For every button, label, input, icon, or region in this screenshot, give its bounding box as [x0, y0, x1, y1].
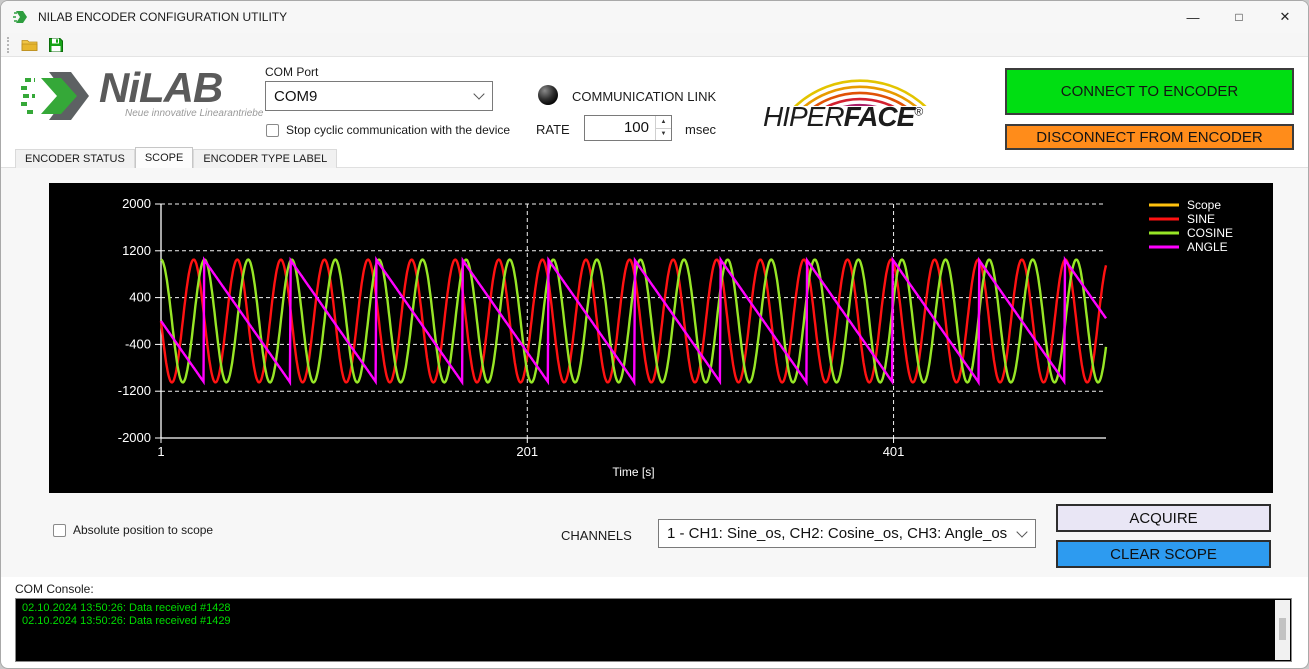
spin-down-icon[interactable]: ▼ [656, 129, 671, 141]
svg-text:-400: -400 [125, 336, 151, 351]
legend-label-cosine: COSINE [1187, 226, 1233, 240]
open-folder-icon [21, 38, 39, 52]
channels-value: 1 - CH1: Sine_os, CH2: Cosine_os, CH3: A… [667, 525, 1035, 542]
legend-label-scope: Scope [1187, 198, 1221, 212]
window-title: NILAB ENCODER CONFIGURATION UTILITY [38, 10, 1170, 24]
svg-text:1: 1 [157, 444, 164, 459]
hiperface-logo: HIPERFACE® [763, 62, 978, 142]
connect-button[interactable]: CONNECT TO ENCODER [1005, 68, 1294, 115]
stop-cyclic-checkbox[interactable]: Stop cyclic communication with the devic… [266, 123, 510, 137]
axes [155, 204, 1106, 443]
svg-text:201: 201 [516, 444, 538, 459]
scope-chart: 2000 1200 400 -400 -1200 -2000 1 201 401 Time [s]… [49, 183, 1273, 493]
legend: ScopeSINECOSINEANGLE [1149, 198, 1233, 254]
com-console[interactable]: 02.10.2024 13:50:26: Data received #1428… [15, 598, 1292, 662]
hiperface-text: HIPERFACE® [763, 101, 922, 133]
rate-label: RATE [536, 122, 570, 137]
com-port-label: COM Port [265, 65, 318, 79]
com-console-label: COM Console: [15, 582, 94, 596]
title-bar: NILAB ENCODER CONFIGURATION UTILITY — □ … [1, 1, 1308, 33]
scope-chart-svg: 2000 1200 400 -400 -1200 -2000 1 201 401 Time [s]… [49, 183, 1273, 493]
toolbar [1, 33, 1308, 57]
comm-link-label: COMMUNICATION LINK [572, 89, 716, 104]
toolbar-grip [7, 37, 11, 53]
svg-text:-1200: -1200 [118, 383, 151, 398]
nilab-logo: NiLAB Neue innovative Linearantriebe [19, 66, 263, 132]
console-line: 02.10.2024 13:50:26: Data received #1429 [22, 615, 1285, 628]
console-lines: 02.10.2024 13:50:26: Data received #1428… [22, 602, 1285, 628]
hiperface-rainbow-icon [763, 62, 978, 106]
checkbox-box[interactable] [266, 124, 279, 137]
legend-label-sine: SINE [1187, 212, 1215, 226]
maximize-button[interactable]: □ [1216, 1, 1262, 33]
tab-encoder-type-label[interactable]: ENCODER TYPE LABEL [193, 149, 337, 168]
channels-select[interactable]: 1 - CH1: Sine_os, CH2: Cosine_os, CH3: A… [658, 519, 1036, 548]
checkbox-box[interactable] [53, 524, 66, 537]
stop-cyclic-label: Stop cyclic communication with the devic… [286, 123, 510, 137]
com-port-select[interactable]: COM9 [265, 81, 493, 111]
absolute-position-label: Absolute position to scope [73, 523, 213, 537]
open-file-button[interactable] [19, 35, 41, 55]
rate-spin-buttons[interactable]: ▲ ▼ [655, 116, 671, 140]
save-floppy-icon [48, 37, 64, 53]
tab-scope[interactable]: SCOPE [135, 147, 194, 168]
rate-stepper[interactable]: 100 ▲ ▼ [584, 115, 672, 141]
legend-label-angle: ANGLE [1187, 240, 1228, 254]
channels-label: CHANNELS [561, 528, 632, 543]
console-scrollbar-thumb[interactable] [1279, 618, 1286, 640]
spin-up-icon[interactable]: ▲ [656, 116, 671, 129]
tab-encoder-status[interactable]: ENCODER STATUS [15, 149, 135, 168]
svg-text:-2000: -2000 [118, 430, 151, 445]
x-axis-title: Time [s] [612, 465, 654, 479]
clear-scope-button[interactable]: CLEAR SCOPE [1056, 540, 1271, 568]
app-window: NILAB ENCODER CONFIGURATION UTILITY — □ … [0, 0, 1309, 669]
console-line: 02.10.2024 13:50:26: Data received #1428 [22, 602, 1285, 615]
rate-unit: msec [685, 122, 716, 137]
svg-text:1200: 1200 [122, 243, 151, 258]
acquire-button[interactable]: ACQUIRE [1056, 504, 1271, 532]
absolute-position-checkbox[interactable]: Absolute position to scope [53, 523, 213, 537]
tab-strip: ENCODER STATUSSCOPEENCODER TYPE LABEL [15, 148, 337, 168]
svg-text:400: 400 [129, 290, 151, 305]
disconnect-button[interactable]: DISCONNECT FROM ENCODER [1005, 124, 1294, 150]
brand-tagline: Neue innovative Linearantriebe [125, 108, 263, 119]
svg-text:2000: 2000 [122, 196, 151, 211]
series [161, 260, 1106, 383]
svg-text:401: 401 [883, 444, 905, 459]
save-button[interactable] [45, 35, 67, 55]
close-button[interactable]: ✕ [1262, 1, 1308, 33]
brand-text: NiLAB [99, 66, 263, 110]
com-port-value: COM9 [274, 88, 492, 105]
console-scrollbar[interactable] [1275, 600, 1290, 660]
comm-link-led [538, 85, 558, 105]
app-icon [12, 8, 30, 26]
nilab-logo-icon [19, 66, 93, 132]
header: NiLAB Neue innovative Linearantriebe COM… [1, 58, 1308, 148]
minimize-button[interactable]: — [1170, 1, 1216, 33]
rate-value[interactable]: 100 [585, 116, 655, 140]
